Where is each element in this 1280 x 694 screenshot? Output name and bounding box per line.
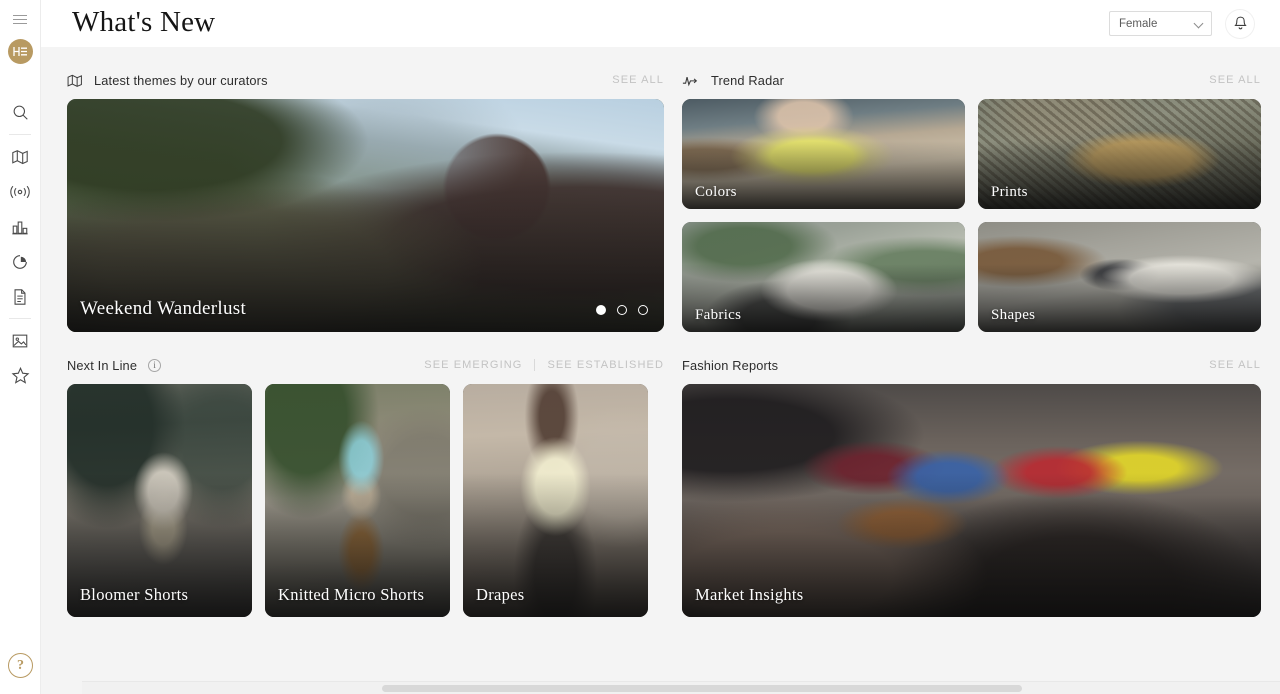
top-columns: Latest themes by our curators SEE ALL We… [41, 47, 1280, 332]
info-icon[interactable]: i [148, 359, 161, 372]
next-in-line-header: Next In Line i SEE EMERGING SEE ESTABLIS… [67, 346, 664, 384]
page-title: What's New [72, 8, 215, 37]
card-label: Shapes [991, 307, 1035, 324]
sidebar-divider [9, 318, 31, 319]
trend-radar-card-colors[interactable]: Colors [682, 99, 965, 209]
app-logo[interactable] [8, 39, 33, 64]
top-bar-actions: Female [1109, 10, 1254, 38]
trend-radar-title-group: Trend Radar [682, 73, 784, 88]
document-icon [12, 288, 28, 306]
card-label: Prints [991, 184, 1028, 201]
notifications-button[interactable] [1226, 10, 1254, 38]
fashion-reports-title: Fashion Reports [682, 358, 778, 373]
pie-chart-icon [11, 253, 29, 271]
map-icon [67, 73, 83, 88]
hero-card-weekend-wanderlust[interactable]: Weekend Wanderlust [67, 99, 664, 332]
latest-themes-title-group: Latest themes by our curators [67, 73, 268, 88]
trend-radar-column: Trend Radar SEE ALL Colors [664, 47, 1280, 332]
horizontal-scrollbar[interactable] [82, 681, 1280, 694]
gender-select-value: Female [1119, 18, 1157, 30]
app-root: ? What's New Female [0, 0, 1280, 694]
hero-card-label: Weekend Wanderlust [80, 298, 246, 320]
fashion-reports-title-group: Fashion Reports [682, 358, 778, 373]
map-icon [11, 148, 29, 166]
trend-radar-card-prints[interactable]: Prints [978, 99, 1261, 209]
next-in-line-card-bloomer-shorts[interactable]: Bloomer Shorts [67, 384, 252, 617]
scrollbar-thumb[interactable] [382, 685, 1022, 692]
fashion-report-card-market-insights[interactable]: Market Insights [682, 384, 1261, 617]
sidebar-item-breakdown[interactable] [3, 244, 37, 279]
card-label: Fabrics [695, 307, 741, 324]
logo-mark-icon [13, 46, 28, 57]
latest-themes-see-all[interactable]: SEE ALL [612, 74, 664, 86]
top-bar: What's New Female [41, 0, 1280, 47]
main-area: What's New Female [41, 0, 1280, 694]
bar-chart-icon [11, 218, 29, 236]
sidebar-item-analytics[interactable] [3, 209, 37, 244]
next-in-line-actions: SEE EMERGING SEE ESTABLISHED [424, 359, 664, 371]
bottom-columns: Next In Line i SEE EMERGING SEE ESTABLIS… [41, 332, 1280, 617]
sidebar-item-trend-radar[interactable] [3, 174, 37, 209]
sidebar-item-reports[interactable] [3, 279, 37, 314]
see-established-button[interactable]: SEE ESTABLISHED [547, 359, 664, 371]
sidebar-item-favorites[interactable] [3, 358, 37, 393]
sidebar: ? [0, 0, 41, 694]
chevron-down-icon [1195, 19, 1204, 28]
content-scroll-area[interactable]: Latest themes by our curators SEE ALL We… [41, 47, 1280, 694]
next-in-line-card-knitted-micro-shorts[interactable]: Knitted Micro Shorts [265, 384, 450, 617]
image-icon [11, 332, 29, 350]
search-icon [12, 104, 29, 121]
sidebar-item-search[interactable] [3, 95, 37, 130]
trend-radar-see-all[interactable]: SEE ALL [1209, 74, 1261, 86]
trend-radar-card-shapes[interactable]: Shapes [978, 222, 1261, 332]
bell-icon [1233, 15, 1248, 32]
carousel-dots [596, 305, 648, 315]
sidebar-nav [0, 86, 40, 393]
carousel-dot-3[interactable] [638, 305, 648, 315]
help-button[interactable]: ? [8, 653, 33, 678]
sidebar-item-gallery[interactable] [3, 323, 37, 358]
fashion-reports-see-all[interactable]: SEE ALL [1209, 359, 1261, 371]
next-in-line-title-group: Next In Line i [67, 358, 161, 373]
fashion-reports-column: Fashion Reports SEE ALL Market Insights [664, 332, 1280, 617]
next-in-line-row: Bloomer Shorts Knitted Micro Shorts Drap… [67, 384, 664, 617]
latest-themes-column: Latest themes by our curators SEE ALL We… [41, 47, 664, 332]
latest-themes-title: Latest themes by our curators [94, 73, 268, 88]
see-emerging-button[interactable]: SEE EMERGING [424, 359, 522, 371]
action-divider [534, 359, 535, 371]
next-in-line-card-drapes[interactable]: Drapes [463, 384, 648, 617]
carousel-dot-1[interactable] [596, 305, 606, 315]
trend-radar-header: Trend Radar SEE ALL [682, 61, 1261, 99]
card-label: Knitted Micro Shorts [278, 585, 424, 605]
pulse-icon [682, 73, 700, 88]
trend-radar-card-fabrics[interactable]: Fabrics [682, 222, 965, 332]
carousel-dot-2[interactable] [617, 305, 627, 315]
next-in-line-title: Next In Line [67, 358, 137, 373]
broadcast-icon [10, 184, 30, 200]
sidebar-item-discover[interactable] [3, 139, 37, 174]
card-label: Colors [695, 184, 737, 201]
trend-radar-title: Trend Radar [711, 73, 784, 88]
hamburger-icon[interactable] [9, 8, 31, 30]
card-label: Drapes [476, 585, 525, 605]
latest-themes-header: Latest themes by our curators SEE ALL [67, 61, 664, 99]
card-label: Bloomer Shorts [80, 585, 188, 605]
sidebar-divider [9, 134, 31, 135]
trend-radar-grid: Colors Prints Fabrics [682, 99, 1261, 332]
star-icon [11, 366, 30, 385]
card-label: Market Insights [695, 585, 804, 605]
fashion-reports-header: Fashion Reports SEE ALL [682, 346, 1261, 384]
next-in-line-column: Next In Line i SEE EMERGING SEE ESTABLIS… [41, 332, 664, 617]
gender-select[interactable]: Female [1109, 11, 1212, 36]
